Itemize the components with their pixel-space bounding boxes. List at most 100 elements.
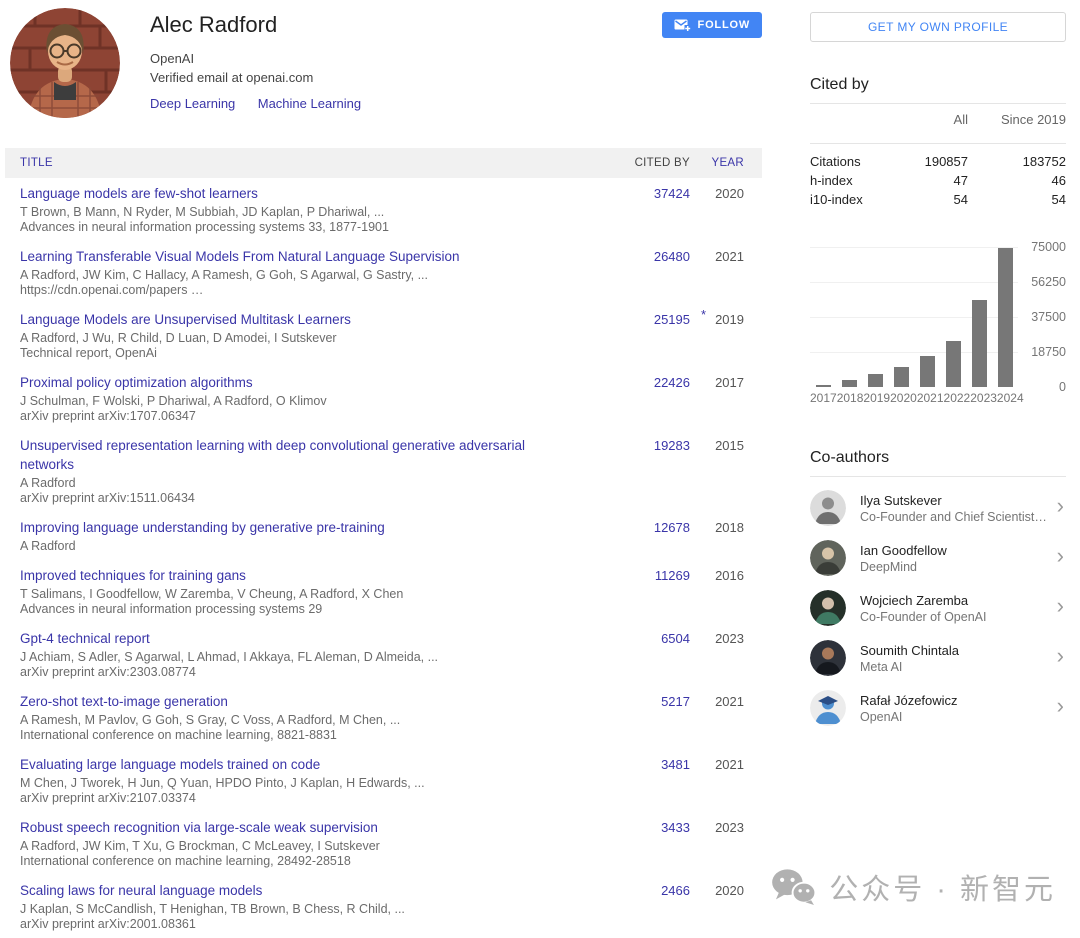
chart-year-label: 2017 [810,391,837,405]
citation-stats-table: Citations190857183752h-index4746i10-inde… [810,144,1066,209]
publication-title-link[interactable]: Unsupervised representation learning wit… [20,436,582,474]
coauthor-row[interactable]: Soumith ChintalaMeta AI› [810,633,1066,683]
publication-info: Zero-shot text-to-image generation A Rame… [5,692,600,743]
publication-title-link[interactable]: Evaluating large language models trained… [20,755,582,774]
chart-bar[interactable] [868,374,883,387]
chart-bar-slot [862,374,888,387]
chevron-right-icon: › [1049,546,1066,570]
publication-authors: A Radford [20,539,582,554]
publication-info: Gpt-4 technical report J Achiam, S Adler,… [5,629,600,680]
cited-by-count-link[interactable]: 26480 [654,249,690,264]
publication-info: Scaling laws for neural language modelsJ… [5,881,600,932]
cited-by-count-link[interactable]: 2466 [661,883,690,898]
publication-row: Improved techniques for training gansT S… [5,560,762,623]
coauthor-affiliation: Co-Founder and Chief Scientist … [860,509,1049,525]
stat-label: h-index [810,173,853,188]
chart-bar[interactable] [894,367,909,387]
chart-bar[interactable] [920,356,935,387]
cited-by-count-link[interactable]: 19283 [654,438,690,453]
chevron-right-icon: › [1049,596,1066,620]
publication-authors: A Ramesh, M Pavlov, G Goh, S Gray, C Vos… [20,713,582,728]
sort-by-citations-header[interactable]: CITED BY [600,157,690,169]
publication-title-link[interactable]: Zero-shot text-to-image generation [20,692,582,711]
sort-by-title-header[interactable]: TITLE [5,157,600,169]
profile-photo-image [10,8,120,118]
publication-title-link[interactable]: Language models are few-shot learners [20,184,582,203]
coauthor-photo [810,640,846,676]
chart-bars [810,247,1018,387]
column-since-2019: Since 2019 [968,112,1066,127]
cited-by-count-link[interactable]: 37424 [654,186,690,201]
cited-by-cell: 22426 [600,373,690,424]
chart-value-label: 75000 [1031,240,1066,254]
sort-by-year-header[interactable]: YEAR [690,157,762,169]
cited-by-cell: 5217 [600,692,690,743]
publication-title-link[interactable]: Language Models are Unsupervised Multita… [20,310,582,329]
cited-by-count-link[interactable]: 3433 [661,820,690,835]
coauthor-text: Wojciech ZarembaCo-Founder of OpenAI [860,592,1049,625]
year-cell: 2020 [690,881,762,932]
cited-by-count-link[interactable]: 11269 [655,568,690,583]
publication-authors: J Achiam, S Adler, S Agarwal, L Ahmad, I… [20,650,582,665]
chart-plot [810,247,1018,387]
cited-by-cell: 25195* [600,310,690,361]
publication-title-link[interactable]: Learning Transferable Visual Models From… [20,247,582,266]
coauthor-row[interactable]: Wojciech ZarembaCo-Founder of OpenAI› [810,583,1066,633]
chart-bar[interactable] [946,341,961,387]
coauthor-name: Ilya Sutskever [860,492,1049,509]
chart-bar[interactable] [998,248,1013,387]
publication-title-link[interactable]: Proximal policy optimization algorithms [20,373,582,392]
mail-plus-icon [674,18,691,32]
profile-photo[interactable] [10,8,120,118]
year-cell: 2015 [690,436,762,506]
coauthor-affiliation: Co-Founder of OpenAI [860,609,1049,625]
follow-button[interactable]: FOLLOW [662,12,762,38]
wechat-icon [771,868,817,906]
publication-title-link[interactable]: Improved techniques for training gans [20,566,582,585]
cited-by-count-link[interactable]: 3481 [661,757,690,772]
publication-row: Proximal policy optimization algorithmsJ… [5,367,762,430]
publication-authors: A Radford, J Wu, R Child, D Luan, D Amod… [20,331,582,346]
publication-venue: arXiv preprint arXiv:2001.08361 [20,917,582,932]
coauthor-text: Soumith ChintalaMeta AI [860,642,1049,675]
chart-bar[interactable] [972,300,987,387]
coauthor-name: Wojciech Zaremba [860,592,1049,609]
publication-row: Robust speech recognition via large-scal… [5,812,762,875]
publication-title-link[interactable]: Robust speech recognition via large-scal… [20,818,582,837]
chart-bar-slot [966,300,992,387]
column-all: All [884,112,968,127]
coauthor-row[interactable]: Ian GoodfellowDeepMind› [810,533,1066,583]
publication-title-link[interactable]: Improving language understanding by gene… [20,518,582,537]
chevron-right-icon: › [1049,696,1066,720]
cited-by-count-link[interactable]: 6504 [661,631,690,646]
publication-row: Gpt-4 technical report J Achiam, S Adler,… [5,623,762,686]
sidebar: GET MY OWN PROFILE Cited by All Since 20… [810,8,1066,938]
coauthor-row[interactable]: Ilya SutskeverCo-Founder and Chief Scien… [810,483,1066,533]
publication-venue: arXiv preprint arXiv:1707.06347 [20,409,582,424]
chart-x-axis-labels: 20172018201920202021202220232024 [810,391,1018,405]
citations-per-year-chart: 20172018201920202021202220232024 7500056… [810,247,1066,405]
cited-by-count-link[interactable]: 25195 [654,312,690,327]
publication-row: Language models are few-shot learnersT B… [5,178,762,241]
publication-row: Language Models are Unsupervised Multita… [5,304,762,367]
interest-link-machine-learning[interactable]: Machine Learning [258,96,361,111]
year-cell: 2023 [690,629,762,680]
main-column: Alec Radford OpenAI Verified email at op… [5,8,762,938]
publication-venue: International conference on machine lear… [20,854,582,869]
cited-by-cell: 3481 [600,755,690,806]
stat-label: i10-index [810,192,863,207]
chart-year-label: 2024 [997,391,1024,405]
cited-by-count-link[interactable]: 12678 [654,520,690,535]
chart-bar[interactable] [816,385,831,387]
publication-info: Improving language understanding by gene… [5,518,600,554]
cited-by-count-link[interactable]: 5217 [661,694,690,709]
year-cell: 2020 [690,184,762,235]
interest-link-deep-learning[interactable]: Deep Learning [150,96,235,111]
publication-title-link[interactable]: Scaling laws for neural language models [20,881,582,900]
stat-value-since: 54 [968,192,1066,207]
get-my-own-profile-button[interactable]: GET MY OWN PROFILE [810,12,1066,42]
cited-by-count-link[interactable]: 22426 [654,375,690,390]
publication-title-link[interactable]: Gpt-4 technical report [20,629,582,648]
coauthor-row[interactable]: Rafał JózefowiczOpenAI› [810,683,1066,733]
chart-bar[interactable] [842,380,857,387]
